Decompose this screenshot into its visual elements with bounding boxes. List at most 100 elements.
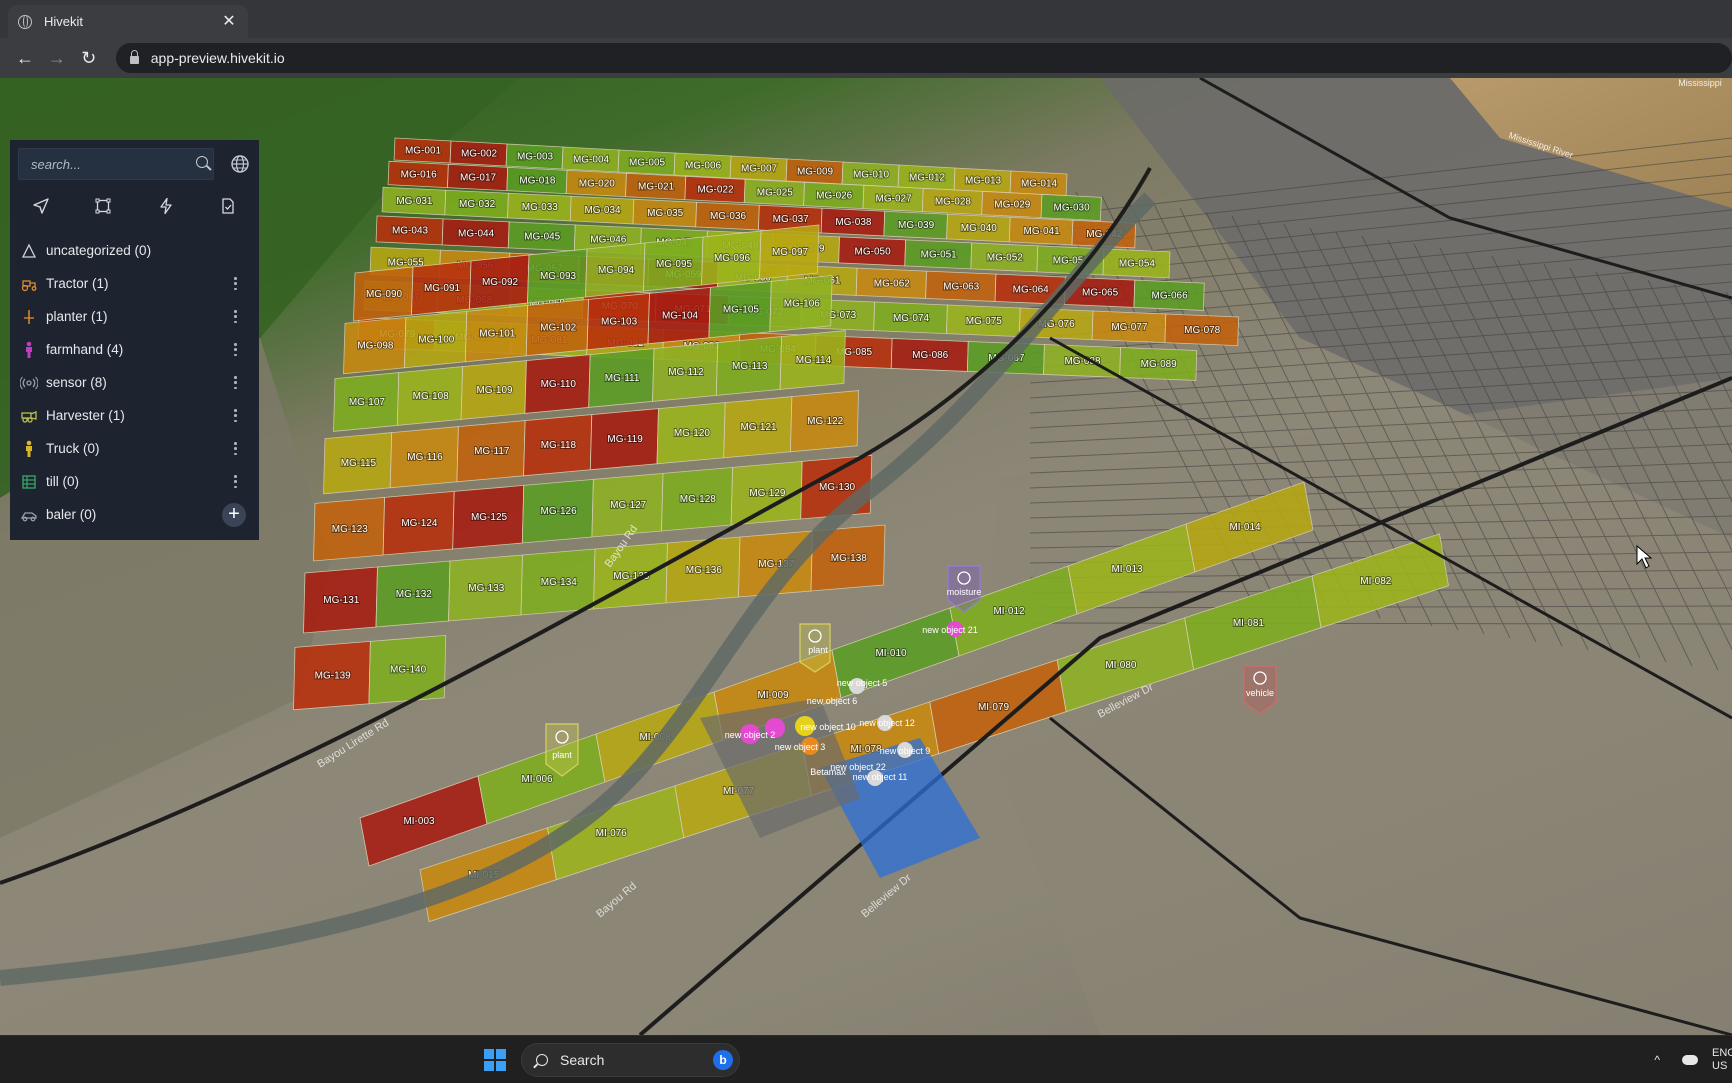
field-label: MG-125	[471, 512, 508, 523]
area-icon	[95, 198, 111, 214]
more-options-icon[interactable]	[234, 409, 237, 422]
field-label: MG-094	[598, 265, 635, 276]
field-label: MG-020	[579, 179, 616, 190]
more-options-icon[interactable]	[234, 277, 237, 290]
category-row-truck[interactable]: Truck (0)	[10, 432, 259, 465]
field-label: MG-014	[1021, 179, 1058, 190]
onedrive-cloud-icon[interactable]	[1682, 1055, 1698, 1065]
category-label: Tractor (1)	[46, 276, 109, 291]
field-label: MG-028	[935, 197, 972, 208]
tab-events[interactable]	[135, 188, 197, 224]
field-label: MG-034	[584, 205, 621, 216]
marker-label: plant	[808, 645, 828, 655]
plant-marker-a[interactable]: plant	[545, 723, 579, 777]
tractor-icon	[20, 275, 38, 293]
more-options-icon[interactable]	[234, 442, 237, 455]
language-indicator[interactable]: ENG US	[1712, 1047, 1732, 1073]
field-label: MI-080	[1105, 660, 1137, 671]
map-view[interactable]: MG-001 MG-002 MG-003 MG-004 MG-005 MG-006 MG-0…	[0, 78, 1732, 1035]
tab-areas[interactable]	[72, 188, 134, 224]
category-label: planter (1)	[46, 309, 108, 324]
field-label: MG-134	[541, 577, 578, 588]
category-label: uncategorized (0)	[46, 243, 152, 258]
plant-marker-b[interactable]: plant	[799, 623, 831, 673]
field-label: MG-089	[1141, 359, 1178, 370]
bing-icon[interactable]: b	[713, 1050, 733, 1070]
field-label: MG-001	[405, 146, 442, 157]
marker-label: new object 5	[837, 678, 888, 688]
category-row-harvester[interactable]: Harvester (1)	[10, 399, 259, 432]
field-label: MG-114	[796, 355, 832, 366]
chevron-up-icon[interactable]: ^	[1654, 1053, 1660, 1067]
field-label: MG-091	[424, 283, 461, 294]
more-options-icon[interactable]	[234, 310, 237, 323]
field-label: MG-108	[413, 391, 450, 402]
field-label: MG-129	[749, 488, 786, 499]
category-row-tractor[interactable]: Tractor (1)	[10, 267, 259, 300]
field-label: MG-013	[965, 176, 1002, 187]
field-label: MI-082	[1360, 576, 1392, 587]
road-label: Belleview Dr	[859, 872, 914, 921]
field-label: MG-046	[590, 234, 627, 245]
close-tab-icon[interactable]: ✕	[220, 13, 238, 31]
field-label: MG-123	[332, 524, 369, 535]
category-row-uncategorized[interactable]: uncategorized (0)	[10, 234, 259, 267]
search-icon[interactable]	[196, 156, 208, 168]
browser-tab-hivekit[interactable]: Hivekit ✕	[8, 5, 248, 38]
add-category-button[interactable]: +	[222, 503, 246, 527]
field-label: MG-018	[519, 176, 556, 187]
taskbar-search[interactable]: Search b	[521, 1043, 740, 1077]
more-options-icon[interactable]	[234, 376, 237, 389]
field-label: MG-100	[418, 335, 455, 346]
farmland-east	[980, 378, 1732, 1035]
reload-icon[interactable]: ↻	[74, 43, 104, 73]
category-row-farmhand[interactable]: farmhand (4)	[10, 333, 259, 366]
marker-label: vehicle	[1246, 688, 1274, 698]
tab-tasks[interactable]	[197, 188, 259, 224]
field-label: MG-116	[407, 452, 443, 463]
url-text: app-preview.hivekit.io	[150, 50, 285, 66]
baler-icon	[20, 506, 38, 524]
lightning-icon	[159, 197, 172, 215]
field-label: MG-121	[740, 422, 777, 433]
map-canvas[interactable]: MG-001 MG-002 MG-003 MG-004 MG-005 MG-006 MG-0…	[0, 78, 1732, 1035]
forward-arrow-icon[interactable]: →	[42, 43, 72, 73]
marker-label: new object 11	[853, 772, 908, 782]
marker-label: new object 21	[922, 625, 978, 635]
field-label: MG-064	[1013, 284, 1050, 295]
road-label: Bayou Rd	[594, 880, 639, 920]
harvester-icon	[20, 407, 38, 425]
field-label: MG-012	[909, 173, 946, 184]
field-label: MG-115	[341, 458, 377, 469]
category-row-baler[interactable]: baler (0) +	[10, 498, 259, 531]
field-label: MG-077	[1111, 322, 1148, 333]
search-icon	[536, 1054, 548, 1066]
field-label: MG-022	[697, 185, 734, 196]
tab-objects[interactable]	[10, 188, 73, 224]
category-row-planter[interactable]: planter (1)	[10, 300, 259, 333]
globe-icon[interactable]	[230, 154, 250, 174]
place-label: Mississippi	[1678, 78, 1722, 88]
field-label: MG-026	[816, 191, 853, 202]
field-label: MG-101	[479, 329, 516, 340]
windows-start-icon[interactable]	[484, 1049, 506, 1071]
category-row-sensor[interactable]: sensor (8)	[10, 366, 259, 399]
system-tray: ^ ENG US	[1654, 1036, 1732, 1083]
field-label: MI-003	[403, 816, 435, 827]
more-options-icon[interactable]	[234, 475, 237, 488]
field-label: MG-006	[685, 161, 722, 172]
field-label: MG-112	[668, 367, 704, 378]
field-label: MG-102	[540, 323, 577, 334]
panel-search-input[interactable]	[18, 148, 214, 180]
category-label: till (0)	[46, 474, 79, 489]
address-bar[interactable]: app-preview.hivekit.io	[115, 43, 1732, 73]
sensor-icon	[20, 374, 38, 392]
field-label: MG-030	[1054, 203, 1091, 214]
marker-label: new object 2	[725, 730, 776, 740]
back-arrow-icon[interactable]: ←	[10, 43, 40, 73]
category-row-till[interactable]: till (0)	[10, 465, 259, 498]
browser-toolbar: ← → ↻ app-preview.hivekit.io	[0, 38, 1732, 78]
marker-label: new object 10	[800, 722, 856, 732]
person-icon	[20, 341, 38, 359]
more-options-icon[interactable]	[234, 343, 237, 356]
